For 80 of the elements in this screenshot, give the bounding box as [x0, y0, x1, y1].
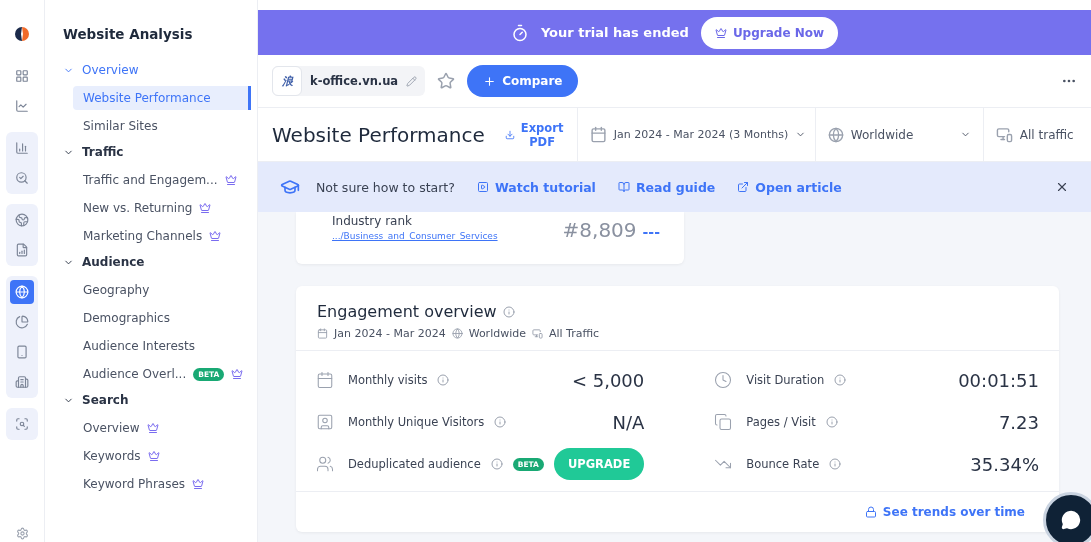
person-card-icon: [316, 413, 334, 431]
globe-icon: [827, 126, 844, 143]
external-link-icon: [737, 181, 750, 193]
page-title: Website Performance: [271, 122, 486, 147]
info-icon[interactable]: [437, 374, 450, 386]
date-range-dropdown[interactable]: Jan 2024 - Mar 2024 (3 Months): [576, 108, 815, 161]
metric-value: 35.34%: [970, 453, 1039, 475]
calendar-icon: [589, 126, 607, 143]
rank-label: Industry rank: [332, 214, 413, 228]
nav-section[interactable]: Traffic: [63, 142, 251, 162]
star-icon[interactable]: [437, 72, 456, 90]
metric-label: Bounce Rate: [746, 457, 820, 471]
pencil-icon[interactable]: [406, 75, 418, 87]
meta-traffic: All Traffic: [549, 327, 600, 340]
compare-button[interactable]: Compare: [467, 65, 579, 97]
rank-value: #8,809: [562, 218, 637, 242]
metric-value: < 5,000: [571, 369, 645, 391]
banner-text: Your trial has ended: [540, 25, 689, 40]
settings-icon[interactable]: [15, 527, 29, 540]
nav-item[interactable]: Similar Sites: [73, 114, 251, 138]
metric-label: Deduplicated audience: [348, 457, 481, 471]
metric-label: Monthly visits: [348, 373, 428, 387]
graduation-cap-icon: [280, 177, 300, 197]
nav-item[interactable]: Demographics: [73, 306, 251, 330]
metric-value: 00:01:51: [958, 369, 1039, 391]
sidebar-title: Website Analysis: [63, 26, 194, 42]
video-icon: [476, 181, 489, 193]
info-icon[interactable]: [502, 305, 515, 318]
upgrade-now-button[interactable]: Upgrade Now: [700, 16, 839, 49]
nav-item[interactable]: Traffic and Engagem...: [73, 168, 251, 192]
calendar-icon: [316, 371, 334, 389]
metric-value: N/A: [612, 411, 645, 433]
metric-value: 7.23: [998, 411, 1039, 433]
logo-icon: [14, 26, 30, 42]
timer-icon: [510, 23, 529, 42]
info-icon[interactable]: [834, 374, 847, 386]
nav-item[interactable]: Overview: [73, 416, 251, 440]
devices-icon: [532, 328, 543, 339]
nav-item[interactable]: Geography: [73, 278, 251, 302]
clock-icon: [714, 371, 733, 389]
info-icon[interactable]: [490, 458, 503, 470]
nav-item[interactable]: New vs. Returning: [73, 196, 251, 220]
meta-region: Worldwide: [468, 327, 526, 340]
globe-icon[interactable]: [10, 280, 34, 304]
pages-icon: [714, 413, 733, 431]
hint-text: Not sure how to start?: [316, 179, 455, 195]
favicon-icon: 浪: [272, 66, 302, 96]
plus-icon: [483, 74, 497, 88]
metric-label: Monthly Unique Visitors: [348, 415, 485, 429]
info-icon[interactable]: [494, 416, 507, 428]
rank-change: ---: [642, 224, 660, 240]
book-icon: [617, 181, 630, 193]
info-icon[interactable]: [825, 416, 838, 428]
info-icon[interactable]: [829, 458, 842, 470]
region-dropdown[interactable]: Worldwide: [814, 108, 983, 161]
category-link[interactable]: .../Business_and_Consumer_Services: [332, 231, 563, 241]
meta-date: Jan 2024 - Mar 2024: [334, 327, 446, 340]
calendar-icon: [317, 328, 328, 339]
nav-item[interactable]: Marketing Channels: [73, 224, 251, 248]
nav-item[interactable]: Keyword Phrases: [73, 472, 251, 496]
nav-item[interactable]: Website Performance: [73, 86, 251, 110]
globe-icon: [451, 328, 463, 339]
lock-icon: [864, 506, 877, 518]
devices-icon: [995, 126, 1013, 143]
domain-chip[interactable]: 浪 k-office.vn.ua: [272, 66, 426, 96]
trends-link[interactable]: See trends over time: [864, 505, 1025, 519]
nav-section[interactable]: Overview: [63, 60, 251, 80]
nav-section[interactable]: Search: [63, 390, 251, 410]
nav-item[interactable]: Keywords: [73, 444, 251, 468]
close-icon[interactable]: [1055, 180, 1069, 194]
traffic-dropdown[interactable]: All traffic: [982, 108, 1091, 161]
chat-icon: [1061, 510, 1081, 530]
people-icon: [316, 455, 334, 473]
nav-item[interactable]: Audience Interests: [73, 334, 251, 358]
nav-section[interactable]: Audience: [63, 252, 251, 272]
metric-label: Visit Duration: [746, 373, 825, 387]
download-icon: [504, 129, 515, 140]
card-title: Engagement overview: [317, 302, 497, 321]
crown-icon: [714, 26, 727, 39]
metric-label: Pages / Visit: [746, 415, 816, 429]
